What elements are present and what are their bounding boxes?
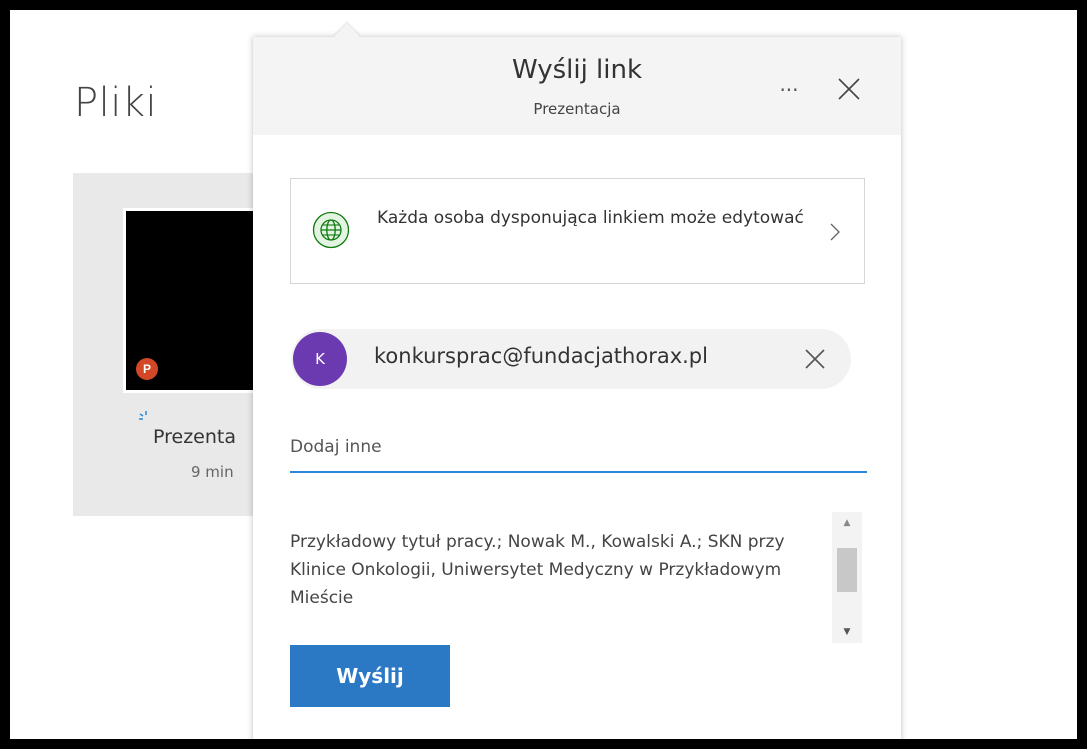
add-recipient-input[interactable] <box>290 423 867 473</box>
file-thumbnail[interactable]: P <box>123 208 263 393</box>
globe-icon <box>312 211 350 249</box>
permission-text: Każda osoba dysponująca linkiem może edy… <box>377 208 804 228</box>
close-icon <box>805 349 825 369</box>
scroll-down-arrow-icon[interactable]: ▼ <box>832 621 862 643</box>
screen: Pliki P Prezenta 9 min Wyślij link Preze… <box>10 10 1077 739</box>
message-scrollbar[interactable]: ▲ ▼ <box>832 512 862 643</box>
share-dialog: Wyślij link Prezentacja ... Każda osoba … <box>253 23 901 739</box>
close-button[interactable] <box>836 76 862 102</box>
recipient-email: konkursprac@fundacjathorax.pl <box>374 344 708 368</box>
dialog-header: Wyślij link Prezentacja ... <box>253 23 901 135</box>
file-name[interactable]: Prezenta <box>153 426 236 448</box>
recipient-chip: K konkursprac@fundacjathorax.pl <box>291 329 851 389</box>
remove-recipient-button[interactable] <box>803 347 827 371</box>
avatar: K <box>293 332 347 386</box>
more-options-button[interactable]: ... <box>774 74 804 99</box>
message-text[interactable]: Przykładowy tytuł pracy.; Nowak M., Kowa… <box>290 528 830 612</box>
message-textarea[interactable]: Przykładowy tytuł pracy.; Nowak M., Kowa… <box>290 512 865 643</box>
chevron-right-icon <box>830 223 840 241</box>
powerpoint-icon: P <box>136 358 158 380</box>
sync-spinner-icon <box>138 410 152 424</box>
scroll-thumb[interactable] <box>837 548 857 592</box>
close-icon <box>838 78 860 100</box>
dialog-subtitle: Prezentacja <box>533 100 621 118</box>
dialog-pointer <box>334 23 360 49</box>
scroll-up-arrow-icon[interactable]: ▲ <box>832 512 862 534</box>
file-modified-time: 9 min <box>191 463 234 481</box>
link-permission-button[interactable]: Każda osoba dysponująca linkiem może edy… <box>290 178 865 284</box>
page-title: Pliki <box>74 80 158 126</box>
send-button[interactable]: Wyślij <box>290 645 450 707</box>
